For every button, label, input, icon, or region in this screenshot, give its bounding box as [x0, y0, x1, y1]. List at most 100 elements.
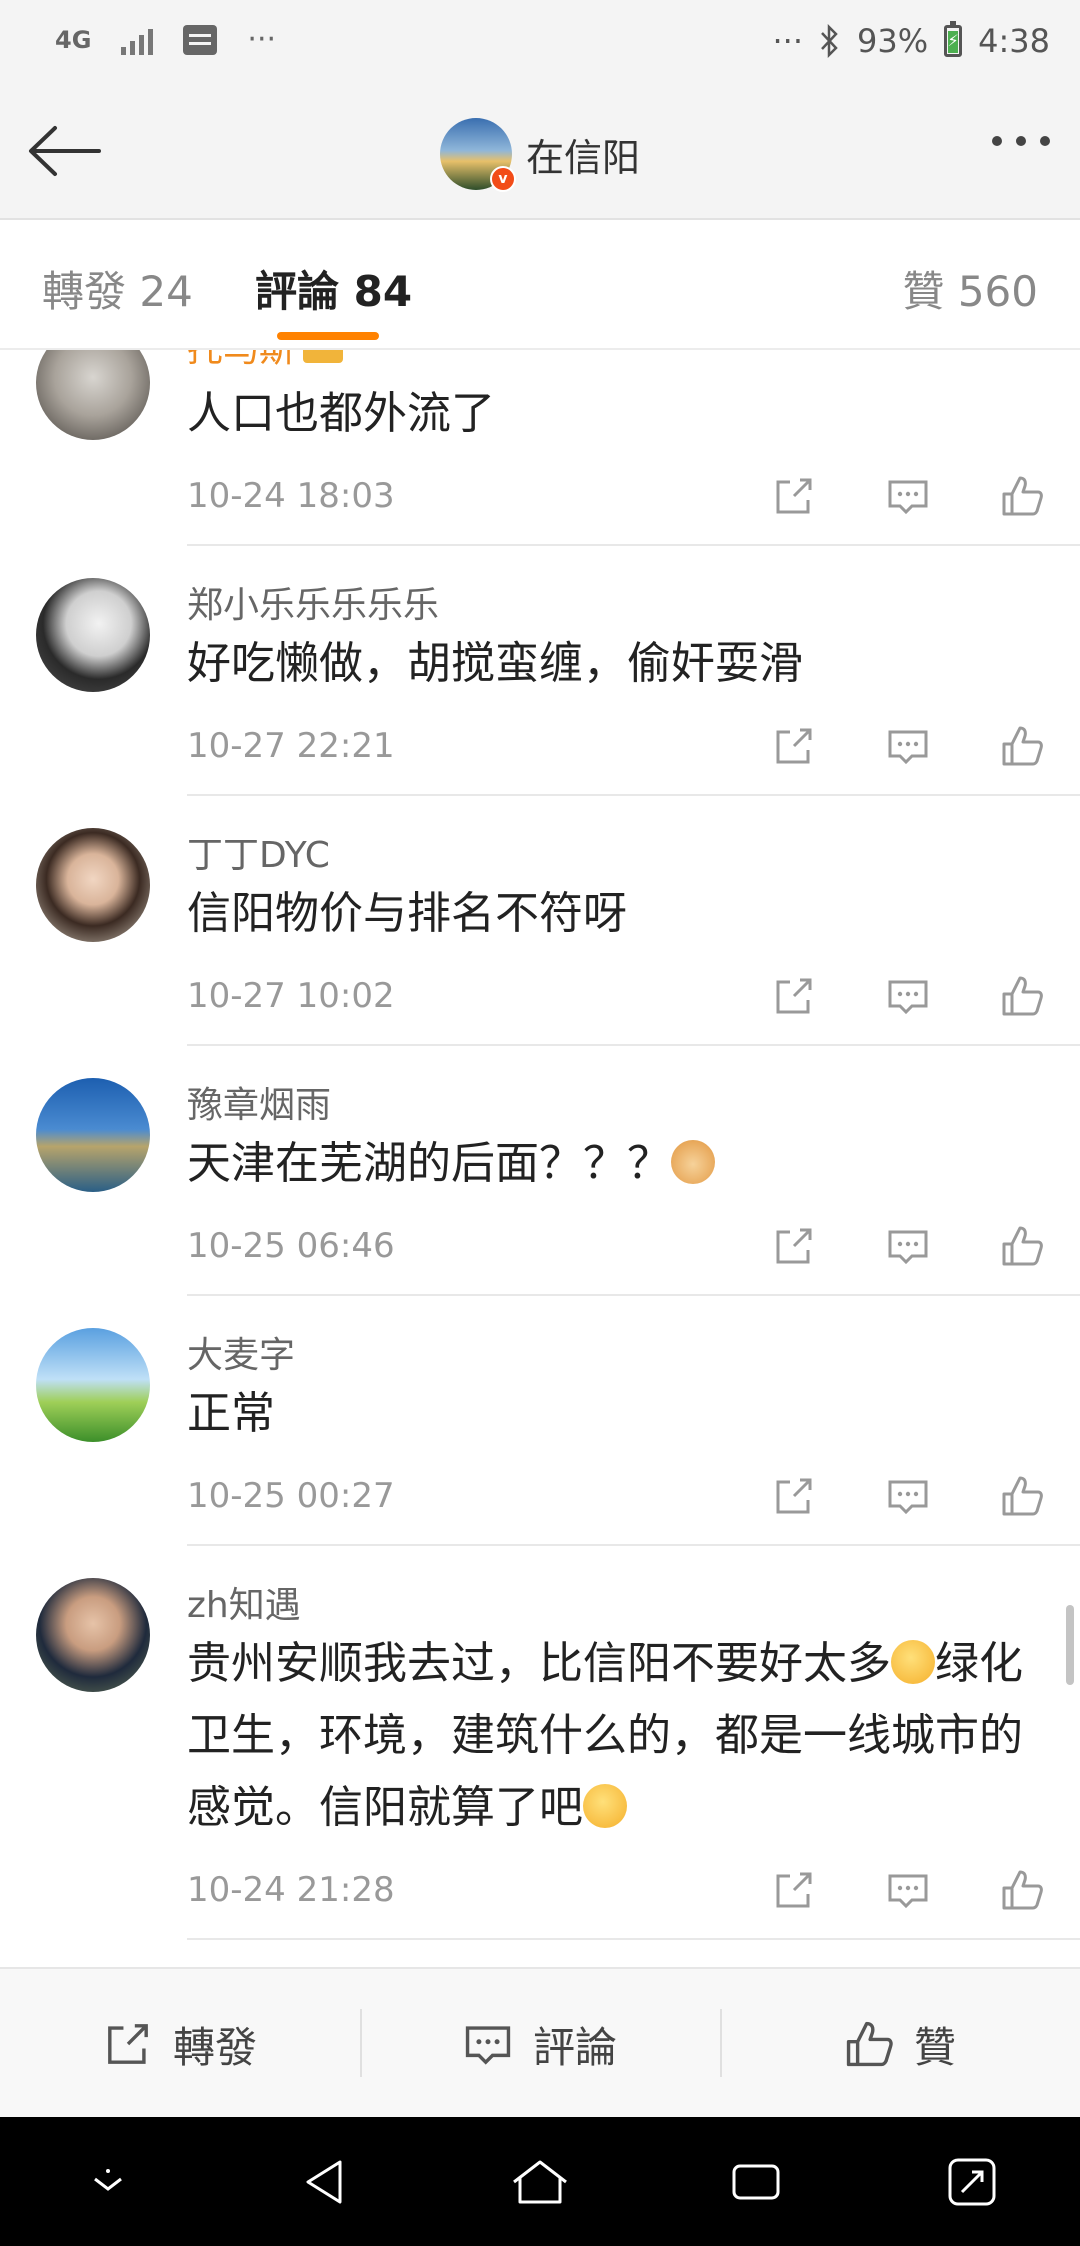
comment-username[interactable]: 大麦字 [187, 1326, 295, 1378]
comment-text: 好吃懒做，胡搅蛮缠，偷奸耍滑 [187, 638, 803, 689]
like-button[interactable]: 贊 [720, 1969, 1080, 2119]
thumb-up-icon[interactable] [1000, 974, 1044, 1018]
comment-actions [772, 1474, 1044, 1518]
comment-item: 大麦字 正常 10-25 00:27 [0, 1296, 1080, 1546]
avatar: v [440, 118, 516, 192]
scrollbar[interactable] [1066, 1605, 1074, 1685]
comment-time: 10-27 10:02 [187, 976, 395, 1016]
comment-time: 10-25 00:27 [187, 1476, 395, 1516]
comment-icon[interactable] [886, 724, 930, 768]
tab-comment[interactable]: 評論 84 [255, 258, 412, 319]
comment-text: 人口也都外流了 [187, 388, 495, 439]
chevron-down-icon [94, 2168, 122, 2191]
comment-item: zh知遇 贵州安顺我去过，比信阳不要好太多 绿化卫生，环境，建筑什么的，都是一线城… [0, 1546, 1080, 1940]
nav-recents-button[interactable] [716, 2142, 796, 2222]
page-title: 在信阳 [526, 135, 641, 180]
thumb-up-icon [846, 2021, 893, 2067]
comment-time: 10-27 22:21 [187, 726, 395, 766]
overflow-text: ··· [247, 22, 277, 57]
avatar[interactable] [36, 578, 150, 692]
share-icon[interactable] [772, 1224, 816, 1268]
share-icon[interactable] [772, 1474, 816, 1518]
comment-username[interactable]: zh知遇 [187, 1576, 301, 1628]
tab-repost[interactable]: 轉發 24 [42, 258, 193, 319]
status-right: ··· 93% ⚡ 4:38 [773, 21, 1050, 60]
comment-username[interactable]: 托马斯 [187, 350, 344, 372]
battery-percent: 93% [857, 22, 929, 60]
comment-icon[interactable] [886, 974, 930, 1018]
thumb-up-icon[interactable] [1000, 1474, 1044, 1518]
avatar[interactable] [36, 828, 150, 942]
status-left: 4G ··· [55, 22, 276, 57]
arrow-left-icon [29, 126, 101, 176]
comment-text: 天津在芜湖的后面？？？ [187, 1128, 1047, 1200]
app-header: v 在信阳 [0, 88, 1080, 220]
nav-hide-button[interactable] [68, 2142, 148, 2222]
comment-button[interactable]: 評論 [360, 1969, 720, 2119]
repost-label: 轉發 [172, 2022, 257, 2072]
avatar[interactable] [36, 350, 150, 440]
comment-time: 10-24 21:28 [187, 1870, 395, 1910]
comment-username[interactable]: 丁丁DYC [187, 826, 330, 878]
thumb-up-icon[interactable] [1000, 1224, 1044, 1268]
clock: 4:38 [978, 22, 1050, 60]
comment-icon[interactable] [886, 1868, 930, 1912]
doge-emoji-icon [671, 1140, 715, 1184]
verified-badge: v [490, 166, 516, 192]
comment-icon[interactable] [886, 474, 930, 518]
comment-text: 信阳物价与排名不符呀 [187, 888, 627, 939]
network-type: 4G [55, 25, 92, 54]
header-title-area[interactable]: v 在信阳 [440, 118, 641, 192]
share-icon[interactable] [772, 474, 816, 518]
back-button[interactable] [25, 118, 105, 184]
comment-username[interactable]: 豫章烟雨 [187, 1076, 331, 1128]
active-tab-indicator [277, 332, 379, 340]
message-icon [183, 24, 218, 55]
avatar[interactable] [36, 1078, 150, 1192]
comment-time: 10-25 06:46 [187, 1226, 395, 1266]
nav-back-button[interactable] [284, 2142, 364, 2222]
comment-icon[interactable] [886, 1224, 930, 1268]
battery-icon: ⚡ [944, 21, 963, 57]
comment-list[interactable]: 托马斯 人口也都外流了 10-24 18:03 郑小乐乐乐乐乐 好吃懒做，胡搅蛮… [0, 350, 1080, 1967]
divider [187, 1938, 1080, 1940]
tab-like[interactable]: 贊 560 [902, 258, 1038, 319]
expand-icon [948, 2158, 996, 2205]
avatar[interactable] [36, 1578, 150, 1692]
thumb-up-icon[interactable] [1000, 474, 1044, 518]
comment-item: 豫章烟雨 天津在芜湖的后面？？？ 10-25 06:46 [0, 1046, 1080, 1296]
comment-text: 正常 [187, 1388, 275, 1439]
comment-text: 贵州安顺我去过，比信阳不要好太多 绿化卫生，环境，建筑什么的，都是一线城市的感觉。… [187, 1638, 1023, 1833]
thumb-up-icon[interactable] [1000, 724, 1044, 768]
triangle-back-icon [306, 2160, 342, 2203]
bluetooth-icon [821, 24, 838, 58]
signal-icon [121, 25, 154, 55]
comment-actions [772, 724, 1044, 768]
comment-item: 郑小乐乐乐乐乐 好吃懒做，胡搅蛮缠，偷奸耍滑 10-27 22:21 [0, 546, 1080, 796]
comment-icon [465, 2026, 511, 2065]
comment-actions [772, 474, 1044, 518]
comment-item: 托马斯 人口也都外流了 10-24 18:03 [0, 350, 1080, 546]
nav-expand-button[interactable] [932, 2142, 1012, 2222]
share-icon[interactable] [772, 724, 816, 768]
yum-emoji-icon [583, 1784, 627, 1828]
share-icon[interactable] [772, 1868, 816, 1912]
more-dots-icon[interactable] [992, 136, 1050, 146]
tab-bar: 轉發 24 評論 84 贊 560 [0, 220, 1080, 350]
recents-icon [732, 2164, 780, 2199]
share-icon [108, 2024, 148, 2064]
nav-home-button[interactable] [500, 2142, 580, 2222]
comment-icon[interactable] [886, 1474, 930, 1518]
home-icon [513, 2160, 567, 2203]
thumb-up-icon[interactable] [1000, 1868, 1044, 1912]
share-icon[interactable] [772, 974, 816, 1018]
system-nav-bar [0, 2117, 1080, 2246]
status-bar: 4G ··· ··· 93% ⚡ 4:38 [0, 0, 1080, 88]
comment-actions [772, 974, 1044, 1018]
avatar[interactable] [36, 1328, 150, 1442]
repost-button[interactable]: 轉發 [0, 1969, 360, 2119]
comment-username[interactable]: 郑小乐乐乐乐乐 [187, 576, 439, 628]
yum-emoji-icon [891, 1640, 935, 1684]
like-label: 贊 [913, 2022, 956, 2072]
comment-actions [772, 1224, 1044, 1268]
